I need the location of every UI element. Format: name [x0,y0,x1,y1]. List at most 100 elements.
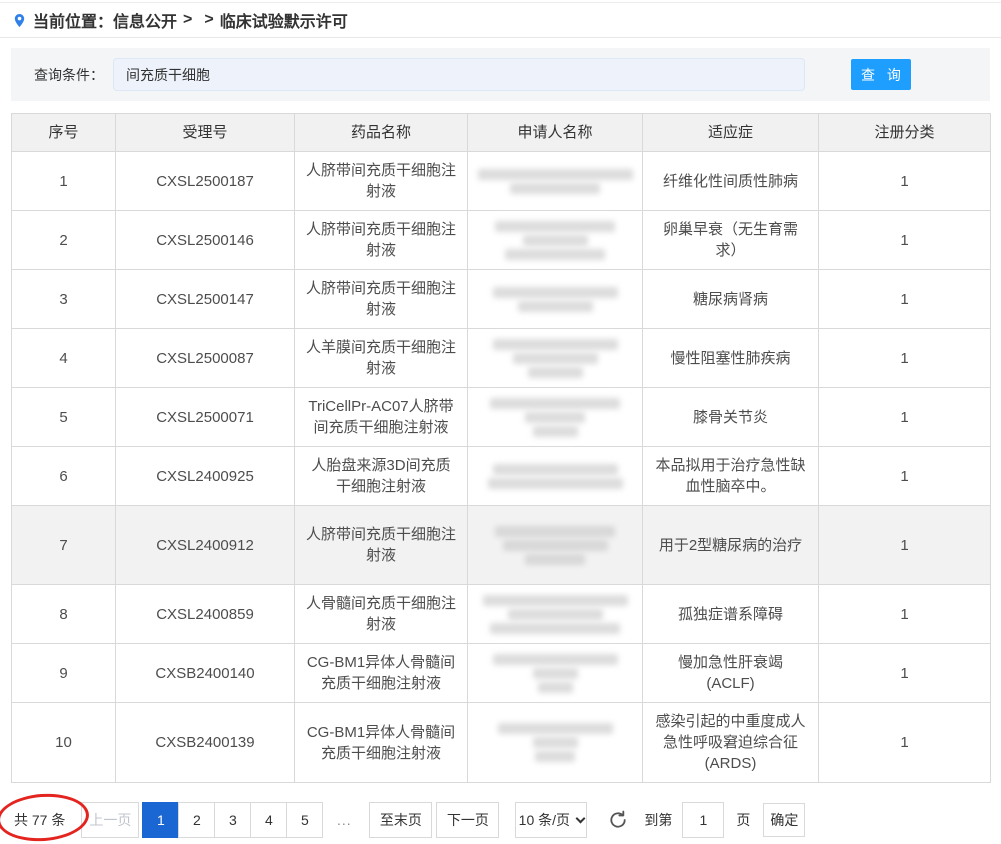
serial-cell: 5 [12,388,116,447]
search-panel: 查询条件： 查 询 [11,48,990,101]
indication-cell: 卵巢早衰（无生育需 求） [643,211,819,270]
page-button-5[interactable]: 5 [286,802,323,838]
refresh-icon[interactable] [607,809,629,831]
applicant-cell-redacted [468,388,643,447]
goto-unit-label: 页 [736,810,750,830]
acceptance-no-cell: CXSL2500087 [116,329,295,388]
drug-name-cell: 人胎盘来源3D间充质 干细胞注射液 [295,447,468,506]
prev-page-button[interactable]: 上一页 [81,802,139,838]
breadcrumb-section[interactable]: 信息公开 [113,8,177,32]
chevron-down-icon [576,813,586,823]
indication-cell: 慢加急性肝衰竭 (ACLF) [643,644,819,703]
redaction-blur-bar [533,668,578,679]
column-header-applicant: 申请人名称 [468,114,643,152]
page-size-value: 10 条/页 [519,810,570,830]
applicant-cell-redacted [468,447,643,506]
category-cell: 1 [819,585,991,644]
applicant-cell-redacted [468,506,643,585]
breadcrumb-prefix: 当前位置： [33,8,113,32]
breadcrumb-separator: > [204,11,213,29]
redaction-blur-bar [510,183,600,194]
serial-cell: 7 [12,506,116,585]
applicant-cell-redacted [468,329,643,388]
table-header-row: 序号 受理号 药品名称 申请人名称 适应症 注册分类 [12,114,991,152]
category-cell: 1 [819,644,991,703]
table-row: 9CXSB2400140CG-BM1异体人骨髓间 充质干细胞注射液 慢加急性肝衰竭… [12,644,991,703]
location-pin-icon [12,11,27,30]
redaction-blur [478,595,632,634]
redaction-blur-bar [538,682,573,693]
goto-page-input[interactable] [682,802,724,838]
redaction-blur-bar [535,751,575,762]
table-row: 1CXSL2500187人脐带间充质干细胞注 射液纤维化性间质性肺病1 [12,152,991,211]
serial-cell: 8 [12,585,116,644]
table-row: 5CXSL2500071TriCellPr-AC07人脐带 间充质干细胞注射液膝… [12,388,991,447]
serial-cell: 3 [12,270,116,329]
redaction-blur-bar [493,654,618,665]
next-page-button[interactable]: 下一页 [436,802,499,838]
redaction-blur-bar [525,554,585,565]
page-button-2[interactable]: 2 [178,802,215,838]
column-header-category: 注册分类 [819,114,991,152]
category-cell: 1 [819,447,991,506]
acceptance-no-cell: CXSL2500147 [116,270,295,329]
category-cell: 1 [819,211,991,270]
column-header-acceptance-no: 受理号 [116,114,295,152]
table-row: 7CXSL2400912人脐带间充质干细胞注 射液用于2型糖尿病的治疗1 [12,506,991,585]
drug-name-cell: 人骨髓间充质干细胞注 射液 [295,585,468,644]
goto-label: 到第 [644,810,672,830]
redaction-blur-bar [495,526,615,537]
drug-name-cell: CG-BM1异体人骨髓间 充质干细胞注射液 [295,703,468,783]
redaction-blur [478,339,632,378]
indication-cell: 本品拟用于治疗急性缺 血性脑卒中。 [643,447,819,506]
last-page-button[interactable]: 至末页 [369,802,432,838]
redaction-blur-bar [493,287,618,298]
redaction-blur [478,723,632,762]
acceptance-no-cell: CXSB2400140 [116,644,295,703]
serial-cell: 2 [12,211,116,270]
redaction-blur-bar [528,367,583,378]
category-cell: 1 [819,329,991,388]
indication-cell: 用于2型糖尿病的治疗 [643,506,819,585]
search-button[interactable]: 查 询 [851,59,911,90]
column-header-serial: 序号 [12,114,116,152]
applicant-cell-redacted [468,585,643,644]
drug-name-cell: 人脐带间充质干细胞注 射液 [295,270,468,329]
search-label: 查询条件： [34,65,104,85]
redaction-blur [478,464,632,489]
applicant-cell-redacted [468,152,643,211]
redaction-blur-bar [508,609,603,620]
search-input[interactable] [113,58,805,91]
redaction-blur-bar [495,221,615,232]
serial-cell: 10 [12,703,116,783]
redaction-blur-bar [503,540,608,551]
page-button-3[interactable]: 3 [214,802,251,838]
page-ellipsis[interactable]: ... [323,812,365,828]
redaction-blur-bar [488,478,623,489]
breadcrumb-current: 临床试验默示许可 [220,8,348,32]
table-row: 2CXSL2500146人脐带间充质干细胞注 射液卵巢早衰（无生育需 求）1 [12,211,991,270]
serial-cell: 9 [12,644,116,703]
indication-cell: 慢性阻塞性肺疾病 [643,329,819,388]
applicant-cell-redacted [468,644,643,703]
column-header-indication: 适应症 [643,114,819,152]
acceptance-no-cell: CXSL2400912 [116,506,295,585]
confirm-button[interactable]: 确定 [763,803,805,837]
redaction-blur-bar [523,235,588,246]
redaction-blur-bar [478,169,633,180]
total-count-wrap: 共 77 条 [14,810,65,830]
category-cell: 1 [819,152,991,211]
table-row: 8CXSL2400859人骨髓间充质干细胞注 射液孤独症谱系障碍1 [12,585,991,644]
redaction-blur-bar [493,339,618,350]
drug-name-cell: CG-BM1异体人骨髓间 充质干细胞注射液 [295,644,468,703]
acceptance-no-cell: CXSL2400925 [116,447,295,506]
table-row: 10CXSB2400139CG-BM1异体人骨髓间 充质干细胞注射液感染引起的中… [12,703,991,783]
drug-name-cell: 人脐带间充质干细胞注 射液 [295,506,468,585]
redaction-blur-bar [533,426,578,437]
page-button-4[interactable]: 4 [250,802,287,838]
acceptance-no-cell: CXSL2500187 [116,152,295,211]
page-button-1[interactable]: 1 [142,802,179,838]
page-size-select[interactable]: 10 条/页 [515,802,587,838]
redaction-blur-bar [490,398,620,409]
redaction-blur-bar [498,723,613,734]
